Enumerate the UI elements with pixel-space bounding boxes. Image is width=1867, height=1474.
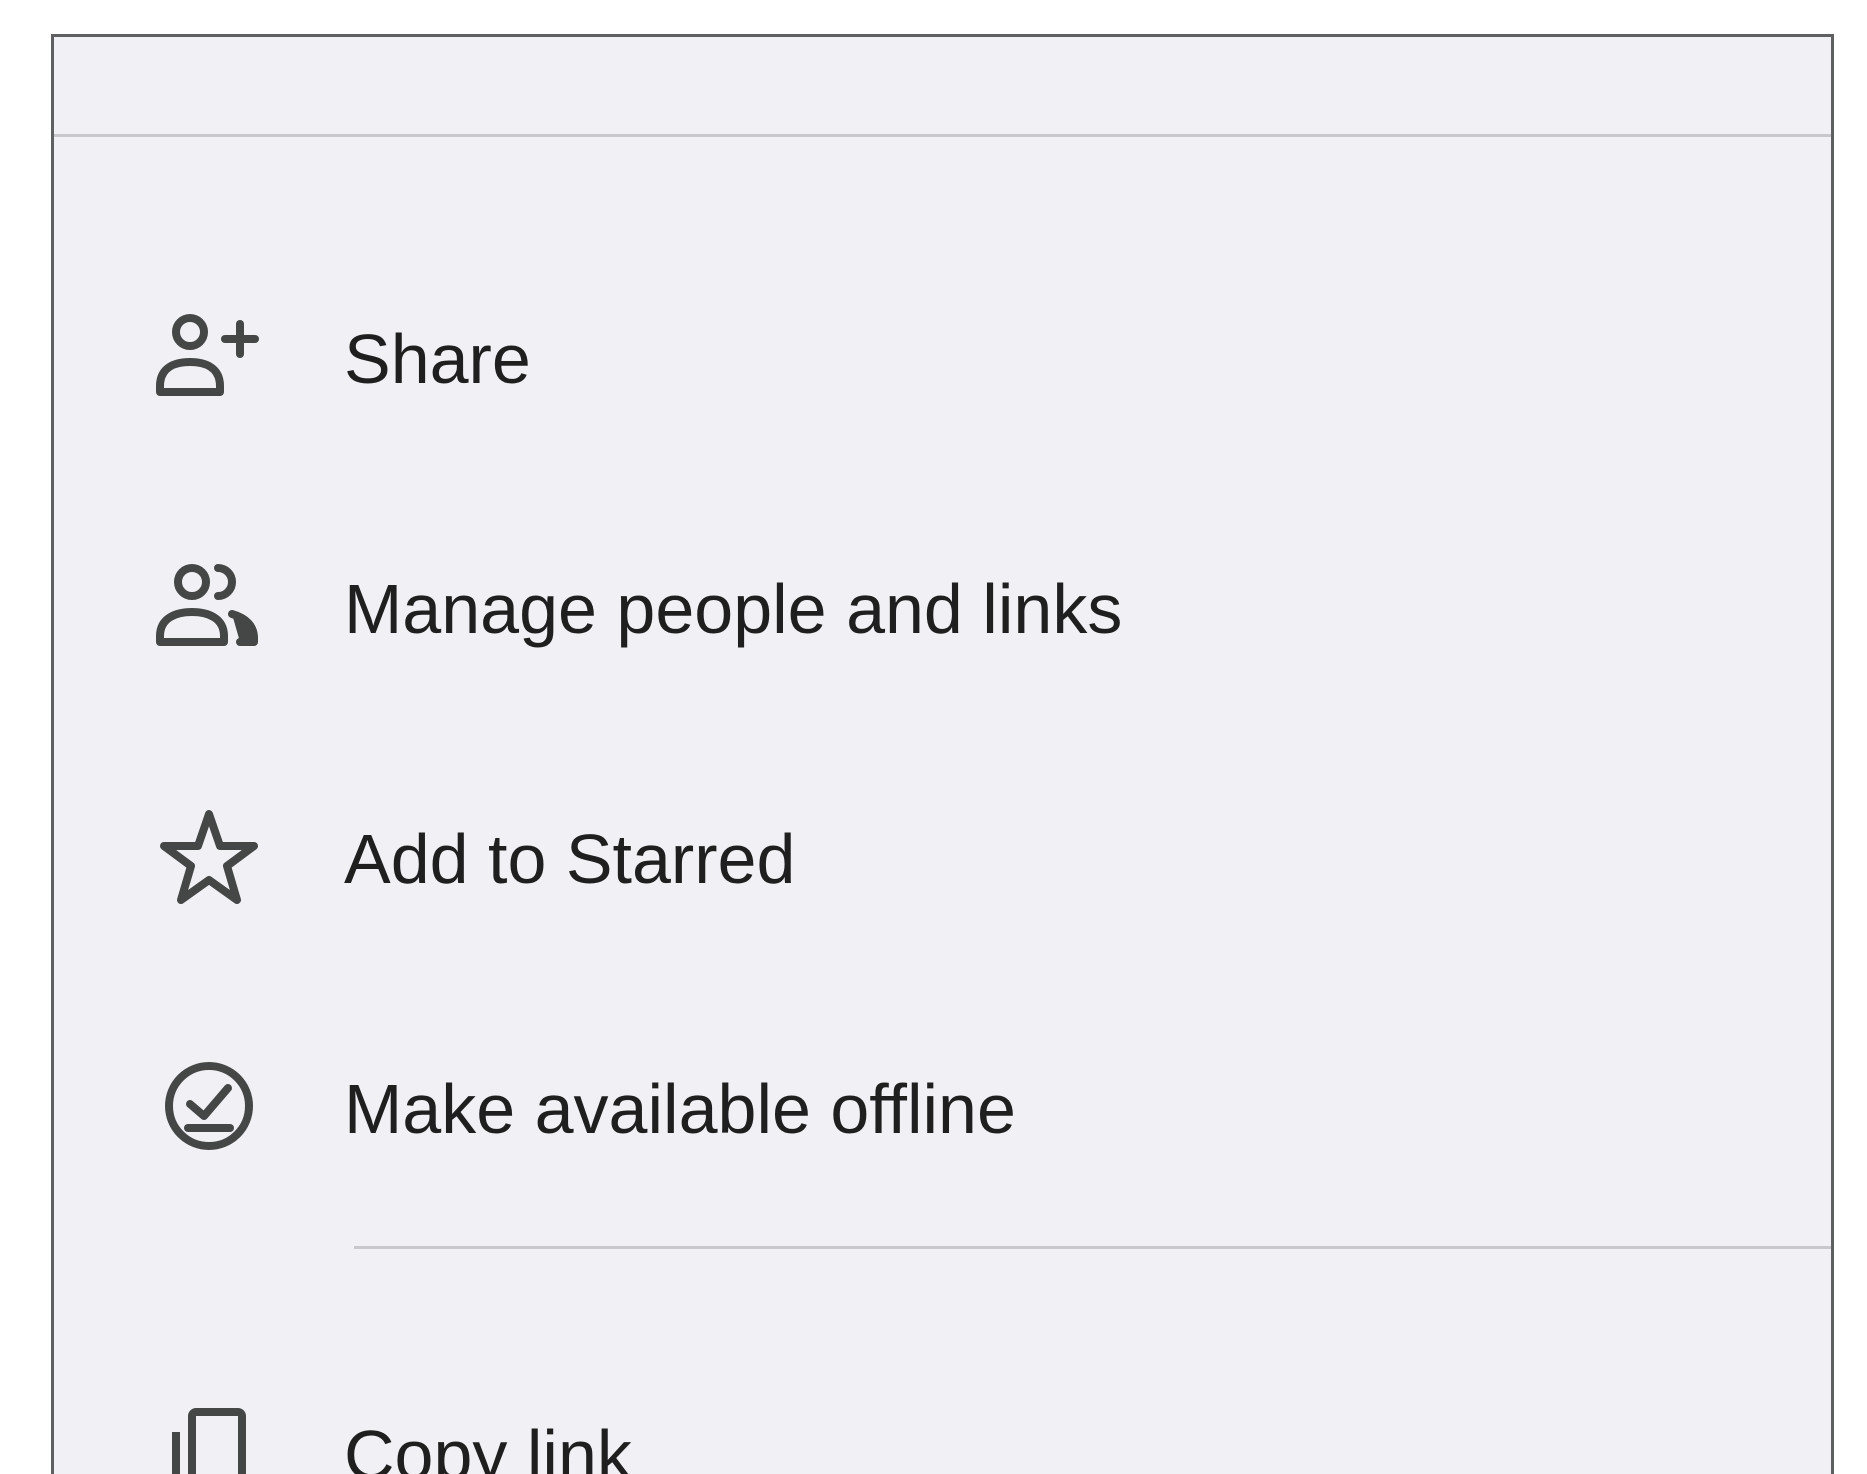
copy-link-icon — [154, 1400, 264, 1474]
menu-item-label: Share — [344, 320, 531, 398]
menu-item-label: Copy link — [344, 1416, 632, 1474]
people-icon — [154, 554, 264, 664]
person-add-icon — [154, 304, 264, 414]
menu-item-make-available-offline[interactable]: Make available offline — [54, 1026, 1831, 1176]
menu-item-add-to-starred[interactable]: Add to Starred — [54, 776, 1831, 926]
offline-check-icon — [154, 1054, 264, 1164]
menu-item-label: Add to Starred — [344, 820, 796, 898]
menu-item-copy-link[interactable]: Copy link — [54, 1372, 1831, 1474]
menu-item-label: Make available offline — [344, 1070, 1016, 1148]
context-menu: Share Manage people and links Add to Sta… — [51, 34, 1834, 1474]
menu-divider — [354, 1246, 1831, 1249]
menu-header — [54, 37, 1831, 137]
menu-item-manage-people[interactable]: Manage people and links — [54, 526, 1831, 676]
menu-item-label: Manage people and links — [344, 570, 1123, 648]
star-outline-icon — [154, 804, 264, 914]
menu-item-share[interactable]: Share — [54, 276, 1831, 426]
